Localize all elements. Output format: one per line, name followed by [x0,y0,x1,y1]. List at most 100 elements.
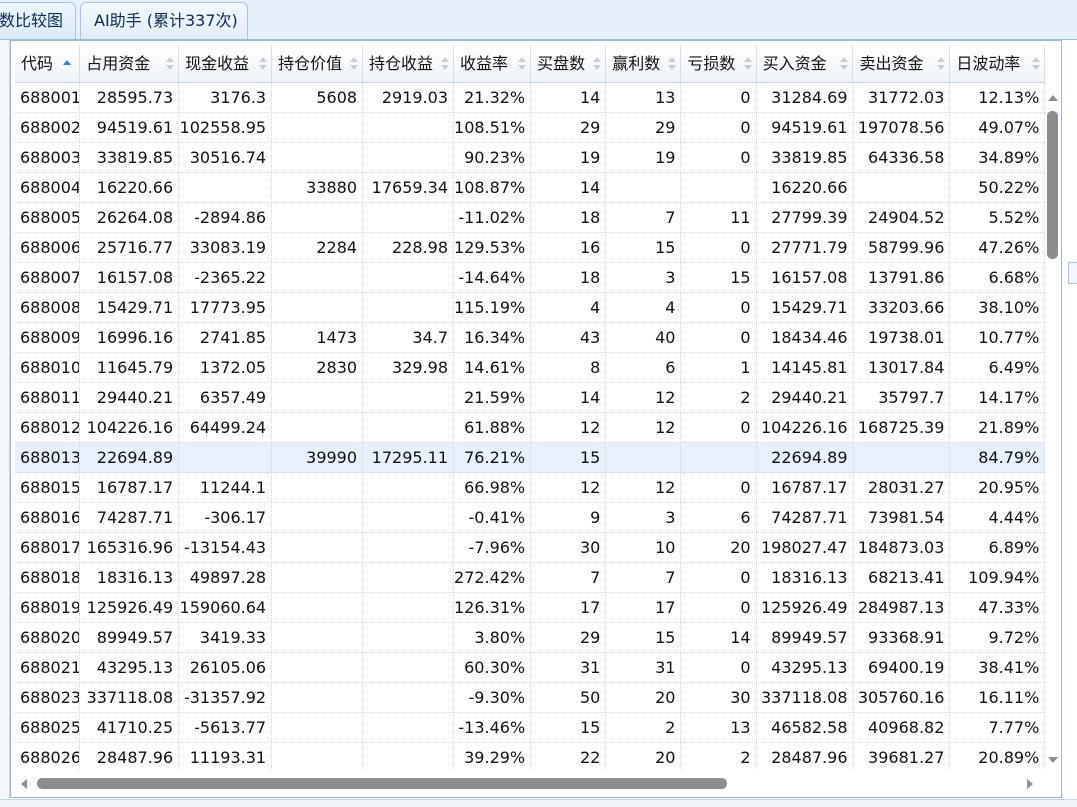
table-cell: 284987.13 [854,593,951,622]
sort-icon[interactable] [937,57,946,71]
sort-icon[interactable] [668,57,677,71]
table-row[interactable]: 688013 22694.89 39990 17295.11 76.21% 15 22694… [15,443,1045,473]
table-cell: 17 [606,593,682,622]
table-row[interactable]: 688019 125926.49 159060.64 126.31% 17 17 0 1259… [15,593,1045,623]
table-cell [272,383,364,412]
horizontal-scrollbar[interactable] [15,775,1045,793]
table-cell: 19 [531,143,607,172]
table-cell: 159060.64 [179,593,273,622]
table-cell [272,473,364,502]
stock-code-cell: 688007 [15,263,81,292]
table-row[interactable]: 688010 11645.79 1372.05 2830 329.98 14.61% 8 6 1… [15,353,1045,383]
table-cell: 49897.28 [179,563,273,592]
table-cell: 28487.96 [80,743,180,771]
column-header[interactable]: 卖出资金 [853,45,951,82]
table-row[interactable]: 688021 43295.13 26105.06 60.30% 31 31 0 43295.1… [15,653,1045,683]
table-row[interactable]: 688008 15429.71 17773.95 115.19% 4 4 0 15429.71… [15,293,1045,323]
table-row[interactable]: 688011 29440.21 6357.49 21.59% 14 12 2 29440.21… [15,383,1045,413]
column-header[interactable]: 日波动率 [950,45,1045,82]
scroll-up-icon[interactable] [1048,95,1058,101]
vertical-scroll-thumb[interactable] [1047,111,1058,259]
table-cell [272,203,364,232]
column-header[interactable]: 买盘数 [531,45,607,82]
table-row[interactable]: 688017 165316.96 -13154.43 -7.96% 30 10 20 1980… [15,533,1045,563]
table-row[interactable]: 688026 28487.96 11193.31 39.29% 22 20 2 28487.9… [15,743,1045,771]
table-cell: 17 [531,593,607,622]
column-header[interactable]: 代码 [15,45,81,82]
vertical-scrollbar[interactable] [1045,87,1061,771]
table-cell: 0 [681,323,757,352]
table-row[interactable]: 688001 28595.73 3176.3 5608 2919.03 21.32% 14 1… [15,83,1045,113]
table-row[interactable]: 688015 16787.17 11244.1 66.98% 12 12 0 16787.17… [15,473,1045,503]
sort-icon[interactable] [440,57,449,71]
stock-code-cell: 688010 [15,353,81,382]
table-cell: 6.89% [950,533,1045,562]
sort-ascending-icon[interactable] [63,60,72,74]
table-cell [272,413,364,442]
table-row[interactable]: 688012 104226.16 64499.24 61.88% 12 12 0 104226… [15,413,1045,443]
table-row[interactable]: 688018 18316.13 49897.28 272.42% 7 7 0 18316.13… [15,563,1045,593]
table-cell: 69400.19 [854,653,951,682]
scroll-left-icon[interactable] [21,779,27,789]
sort-icon[interactable] [350,57,359,71]
tab-ai-assistant[interactable]: AI助手 (累计337次) [80,2,248,39]
table-row[interactable]: 688005 26264.08 -2894.86 -11.02% 18 7 11 27799.… [15,203,1045,233]
column-header[interactable]: 占用资金 [80,45,180,82]
table-cell: 0 [681,143,757,172]
table-cell: 18 [531,263,607,292]
sort-icon[interactable] [1032,57,1041,71]
table-cell: 66.98% [454,473,532,502]
table-cell: 11193.31 [179,743,273,771]
table-cell: 16787.17 [757,473,854,502]
table-cell [179,173,273,202]
table-cell: 272.42% [454,563,532,592]
column-header[interactable]: 赢利数 [606,45,682,82]
column-header[interactable]: 持仓价值 [272,45,364,82]
table-row[interactable]: 688004 16220.66 33880 17659.34 108.87% 14 1622… [15,173,1045,203]
table-row[interactable]: 688016 74287.71 -306.17 -0.41% 9 3 6 74287.71 73… [15,503,1045,533]
column-header[interactable]: 现金收益 [179,45,273,82]
side-panel-handle[interactable] [1068,262,1077,284]
stock-code-cell: 688016 [15,503,81,532]
table-cell: 68213.41 [854,563,951,592]
table-row[interactable]: 688009 16996.16 2741.85 1473 34.7 16.34% 43 40 0… [15,323,1045,353]
table-row[interactable]: 688002 94519.61 102558.95 108.51% 29 29 0 94519… [15,113,1045,143]
table-row[interactable]: 688023 337118.08 -31357.92 -9.30% 50 20 30 3371… [15,683,1045,713]
table-cell: 38.41% [950,653,1045,682]
table-cell: 6 [606,353,682,382]
table-cell: 33819.85 [80,143,180,172]
table-cell: 43 [531,323,607,352]
horizontal-scroll-thumb[interactable] [37,778,727,789]
table-cell: 168725.39 [854,413,951,442]
tab-comparison-chart[interactable]: 数比较图 [0,2,76,39]
column-header[interactable]: 收益率 [454,45,532,82]
stats-panel: 代码 占用资金 现金收益 持仓价值 持仓收益 收益率 买盘数 赢利数 亏损数 买入资金 卖出资金 日波… [10,40,1062,798]
column-header[interactable]: 亏损数 [681,45,757,82]
sort-icon[interactable] [166,57,175,71]
table-row[interactable]: 688025 41710.25 -5613.77 -13.46% 15 2 13 46582.… [15,713,1045,743]
table-cell: 20.95% [950,473,1045,502]
scroll-right-icon[interactable] [1027,779,1033,789]
column-header-label: 亏损数 [687,54,736,73]
sort-icon[interactable] [518,57,527,71]
table-row[interactable]: 688007 16157.08 -2365.22 -14.64% 18 3 15 16157.… [15,263,1045,293]
column-header[interactable]: 买入资金 [757,45,854,82]
table-cell: 50.22% [950,173,1045,202]
sort-icon[interactable] [259,57,268,71]
table-cell: 108.87% [454,173,532,202]
table-cell: 14.17% [950,383,1045,412]
scroll-down-icon[interactable] [1048,757,1058,763]
table-cell: 29440.21 [80,383,180,412]
table-row[interactable]: 688006 25716.77 33083.19 2284 228.98 129.53% 1… [15,233,1045,263]
sort-icon[interactable] [593,57,602,71]
table-cell: 16787.17 [80,473,180,502]
sort-icon[interactable] [743,57,752,71]
table-row[interactable]: 688020 89949.57 3419.33 3.80% 29 15 14 89949.57… [15,623,1045,653]
table-cell [363,623,455,652]
table-cell [179,443,273,472]
table-cell: -0.41% [454,503,532,532]
table-cell [363,203,455,232]
table-row[interactable]: 688003 33819.85 30516.74 90.23% 19 19 0 33819.8… [15,143,1045,173]
column-header[interactable]: 持仓收益 [363,45,454,82]
sort-icon[interactable] [840,57,849,71]
